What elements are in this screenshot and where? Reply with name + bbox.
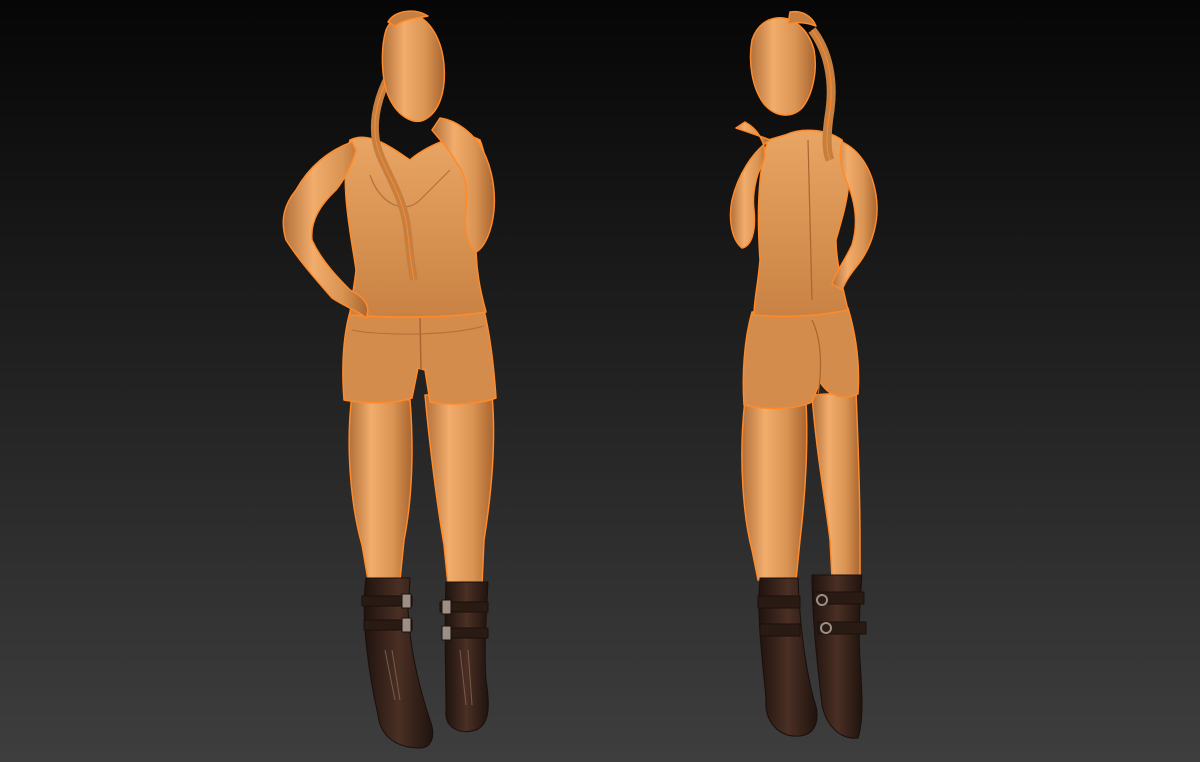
front-right-boot — [439, 581, 489, 733]
viewport-background — [0, 0, 1200, 762]
back-shorts — [742, 307, 860, 410]
back-torso — [753, 129, 850, 318]
render-canvas — [0, 0, 1200, 762]
sculpt-viewport[interactable] — [0, 0, 1200, 762]
